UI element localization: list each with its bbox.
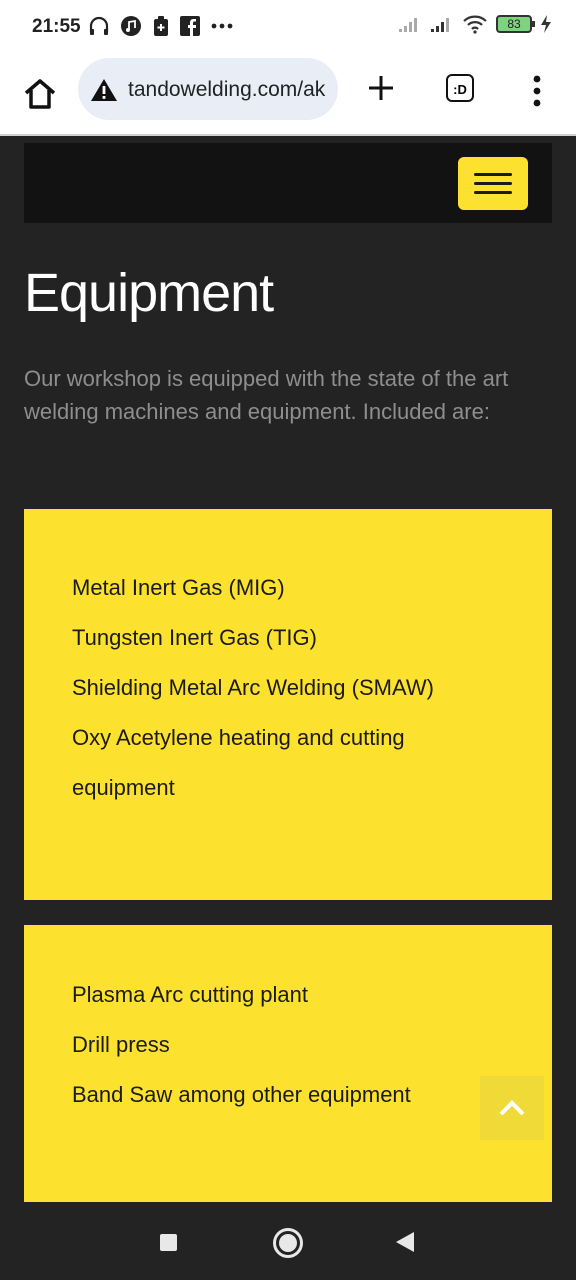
system-icons: 83 bbox=[398, 14, 552, 34]
address-bar[interactable]: tandowelding.com/ak bbox=[78, 58, 338, 120]
tab-switcher-button[interactable]: :D bbox=[446, 74, 474, 102]
equipment-card-2: Plasma Arc cutting plant Drill press Ban… bbox=[24, 925, 552, 1202]
list-item: Plasma Arc cutting plant bbox=[72, 982, 309, 1007]
clipboard-icon bbox=[154, 16, 168, 36]
more-notifications-icon bbox=[211, 23, 233, 29]
equipment-list-1: Metal Inert Gas (MIG) Tungsten Inert Gas… bbox=[72, 563, 434, 813]
recent-apps-icon[interactable] bbox=[160, 1234, 177, 1251]
list-item: Drill press bbox=[72, 1032, 170, 1057]
equipment-card-1: Metal Inert Gas (MIG) Tungsten Inert Gas… bbox=[24, 509, 552, 900]
facebook-icon bbox=[180, 16, 200, 36]
browser-toolbar: tandowelding.com/ak :D bbox=[0, 56, 576, 136]
hamburger-menu-button[interactable] bbox=[458, 157, 528, 210]
status-bar: 21:55 83 bbox=[0, 0, 576, 56]
intro-text: Our workshop is equipped with the state … bbox=[24, 366, 509, 424]
notification-icons bbox=[88, 15, 234, 37]
page-title: Equipment bbox=[24, 263, 274, 323]
chevron-up-icon bbox=[499, 1100, 525, 1116]
new-tab-icon[interactable] bbox=[364, 70, 398, 106]
battery-icon: 83 bbox=[496, 15, 535, 33]
list-item: Band Saw among other equipment bbox=[72, 1082, 411, 1107]
list-item: Shielding Metal Arc Welding (SMAW) bbox=[72, 675, 434, 700]
signal-icon-2 bbox=[431, 18, 449, 32]
back-nav-icon[interactable] bbox=[396, 1232, 414, 1252]
signal-icon bbox=[399, 18, 417, 32]
list-item: Metal Inert Gas (MIG) bbox=[72, 575, 285, 600]
site-header bbox=[24, 143, 552, 223]
url-text[interactable]: tandowelding.com/ak bbox=[128, 78, 325, 102]
more-menu-icon[interactable] bbox=[530, 74, 544, 108]
status-time: 21:55 bbox=[32, 16, 81, 37]
list-item: Oxy Acetylene heating and cutting equipm… bbox=[72, 725, 405, 800]
menu-line bbox=[474, 173, 512, 176]
home-nav-icon[interactable] bbox=[273, 1228, 303, 1258]
menu-line bbox=[474, 191, 512, 194]
headphones-icon bbox=[89, 16, 109, 35]
system-navigation-bar bbox=[0, 1202, 576, 1280]
charging-icon bbox=[541, 15, 551, 33]
equipment-list-2: Plasma Arc cutting plant Drill press Ban… bbox=[72, 970, 411, 1120]
scroll-to-top-button[interactable] bbox=[480, 1076, 544, 1140]
list-item: Tungsten Inert Gas (TIG) bbox=[72, 625, 317, 650]
home-icon[interactable] bbox=[20, 74, 60, 114]
menu-line bbox=[474, 182, 512, 185]
music-app-icon bbox=[121, 16, 141, 36]
warning-icon[interactable] bbox=[90, 78, 118, 102]
wifi-icon bbox=[463, 15, 487, 34]
